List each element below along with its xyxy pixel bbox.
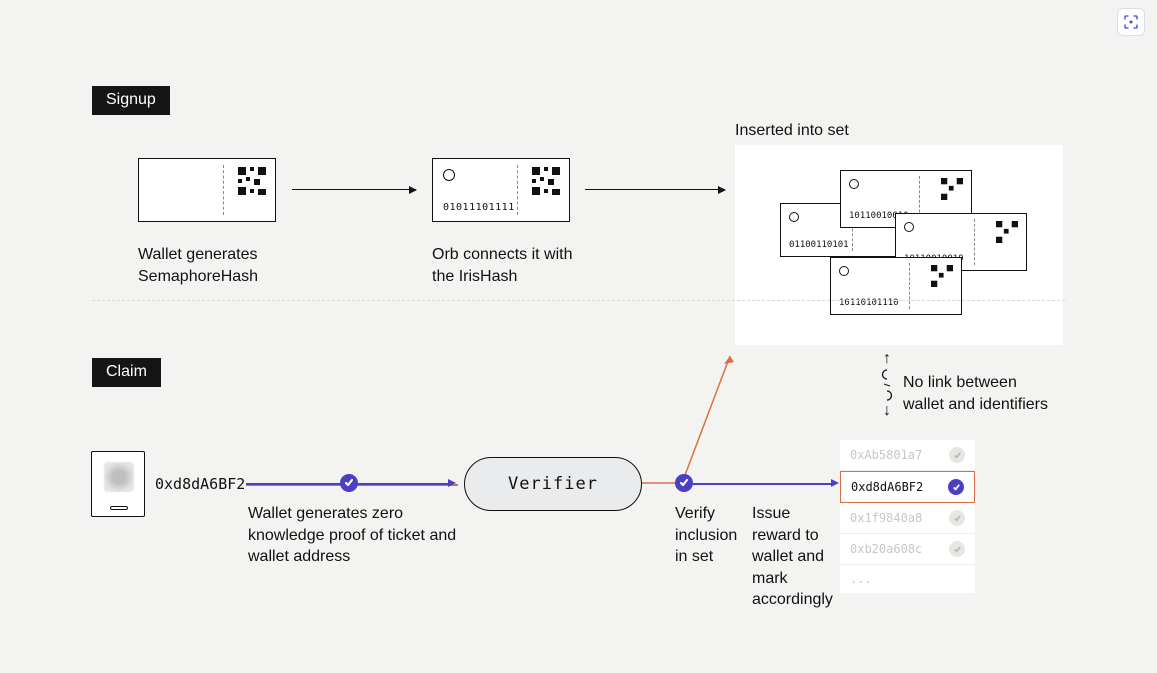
no-link-chain-icon: ↑ ↓ bbox=[877, 350, 897, 419]
check-icon bbox=[948, 479, 964, 495]
signup-step1-caption: Wallet generates SemaphoreHash bbox=[138, 244, 338, 287]
claim-tag: Claim bbox=[92, 358, 161, 387]
wallet-card-blank bbox=[138, 158, 276, 222]
wallet-device-icon bbox=[91, 451, 145, 517]
checkpoint-verify-icon bbox=[675, 474, 693, 492]
iris-circle-icon bbox=[443, 169, 455, 181]
proof-caption: Wallet generates zero knowledge proof of… bbox=[248, 503, 458, 568]
orb-card: 01011101111 bbox=[432, 158, 570, 222]
scan-icon bbox=[1122, 13, 1140, 31]
section-divider bbox=[92, 300, 1065, 301]
rewarded-wallets-list: 0xAb5801a7 0xd8dA6BF2 0x1f9840a8 0xb20a6… bbox=[840, 440, 975, 593]
wallet-row: 0x1f9840a8 bbox=[840, 503, 975, 534]
no-link-caption: No link between wallet and identifiers bbox=[903, 372, 1073, 415]
scan-button[interactable] bbox=[1117, 8, 1145, 36]
identifier-set-panel: 01100110101 10110010010 10110010010 1011… bbox=[735, 145, 1063, 345]
check-icon bbox=[949, 541, 965, 557]
wallet-row-more: ... bbox=[840, 565, 975, 593]
set-hash-0: 01100110101 bbox=[789, 240, 849, 250]
wallet-address: 0xd8dA6BF2 bbox=[155, 474, 245, 494]
arrow-signup-1 bbox=[292, 189, 416, 190]
qr-icon bbox=[931, 265, 953, 287]
check-icon bbox=[949, 447, 965, 463]
qr-icon bbox=[941, 178, 963, 200]
wallet-row: 0xb20a608c bbox=[840, 534, 975, 565]
issue-caption: Issue reward to wallet and mark accordin… bbox=[752, 503, 842, 611]
signup-tag: Signup bbox=[92, 86, 170, 115]
signup-step2-caption: Orb connects it with the IrisHash bbox=[432, 244, 622, 287]
signup-step2-l1: Orb connects it with bbox=[432, 246, 573, 263]
wallet-row-active: 0xd8dA6BF2 bbox=[840, 471, 975, 503]
arrow-signup-2 bbox=[585, 189, 725, 190]
orb-hash: 01011101111 bbox=[443, 202, 515, 213]
check-icon bbox=[949, 510, 965, 526]
verifier-label: Verifier bbox=[508, 474, 598, 494]
verify-inclusion-arrow bbox=[642, 348, 742, 486]
checkpoint-proof-icon bbox=[340, 474, 358, 492]
set-title: Inserted into set bbox=[735, 120, 849, 142]
verify-caption: Verify inclusion in set bbox=[675, 503, 745, 568]
qr-icon bbox=[238, 167, 266, 195]
wallet-row: 0xAb5801a7 bbox=[840, 440, 975, 471]
qr-icon bbox=[996, 221, 1018, 243]
verifier-node: Verifier bbox=[464, 457, 642, 511]
qr-icon bbox=[532, 167, 560, 195]
signup-step2-l2: the IrisHash bbox=[432, 268, 517, 285]
